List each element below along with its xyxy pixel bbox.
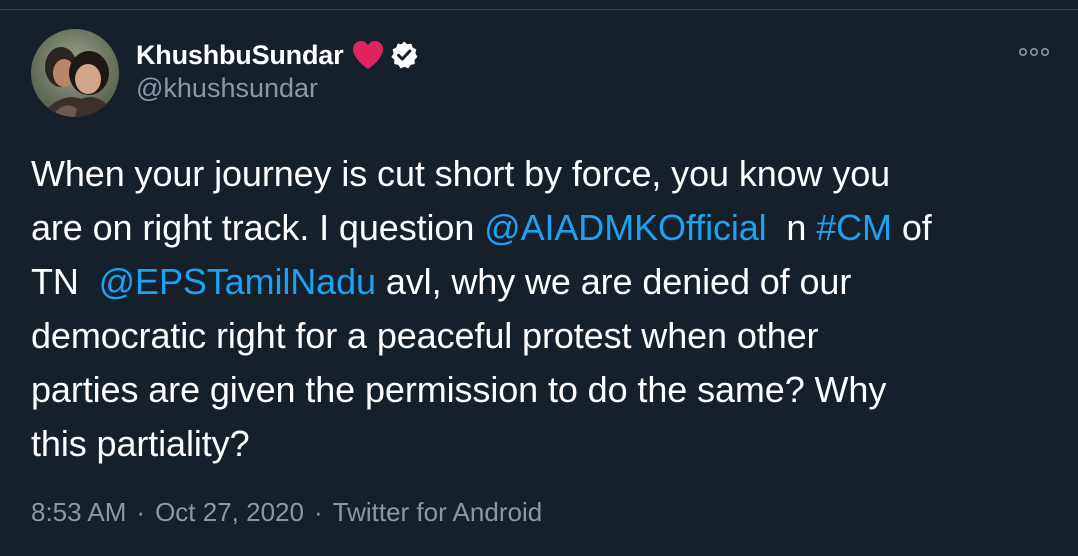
tweet-text-line: are on right track. I question @AIADMKOf…: [31, 201, 1056, 255]
tweet-text-segment: TN: [31, 261, 99, 302]
meta-separator: ·: [136, 497, 146, 527]
author-handle[interactable]: @khushsundar: [136, 73, 318, 104]
tweet-source[interactable]: Twitter for Android: [333, 497, 543, 527]
tweet-time[interactable]: 8:53 AM: [31, 497, 126, 527]
more-dots-icon: [1018, 47, 1049, 57]
tweet-text-segment: When your journey is cut short by force,…: [31, 153, 891, 194]
meta-separator: ·: [313, 497, 323, 527]
mention-link[interactable]: @AIADMKOfficial: [484, 207, 767, 248]
tweet-text-segment: n: [766, 207, 817, 248]
tweet-text-segment: democratic right for a peaceful protest …: [31, 315, 819, 356]
heart-icon: [351, 39, 385, 71]
tweet-text-segment: this partiality?: [31, 423, 250, 464]
tweet-date[interactable]: Oct 27, 2020: [155, 497, 304, 527]
tweet-text-line: parties are given the permission to do t…: [31, 363, 1056, 417]
tweet-text-line: TN @EPSTamilNadu avl, why we are denied …: [31, 255, 1056, 309]
tweet-meta: 8:53 AM · Oct 27, 2020 · Twitter for Android: [31, 497, 542, 528]
tweet-text-line: When your journey is cut short by force,…: [31, 147, 1056, 201]
profile-photo-icon: [31, 29, 119, 117]
display-name[interactable]: KhushbuSundar: [136, 40, 344, 71]
more-options-button[interactable]: [1016, 40, 1052, 64]
tweet-text-segment: parties are given the permission to do t…: [31, 369, 887, 410]
tweet-text-line: this partiality?: [31, 417, 1056, 471]
hashtag-link[interactable]: #CM: [816, 207, 892, 248]
tweet-text-segment: avl, why we are denied of our: [375, 261, 852, 302]
tweet-text-segment: are on right track. I question: [31, 207, 485, 248]
avatar[interactable]: [31, 29, 119, 117]
tweet-text-line: democratic right for a peaceful protest …: [31, 309, 1056, 363]
tweet-text: When your journey is cut short by force,…: [31, 147, 1056, 471]
mention-link[interactable]: @EPSTamilNadu: [99, 261, 376, 302]
author-name-row: KhushbuSundar: [136, 38, 419, 72]
tweet-text-segment: of: [891, 207, 932, 248]
tweet-card: KhushbuSundar @khushsundar When your jou…: [0, 0, 1078, 556]
verified-icon: [389, 40, 419, 70]
